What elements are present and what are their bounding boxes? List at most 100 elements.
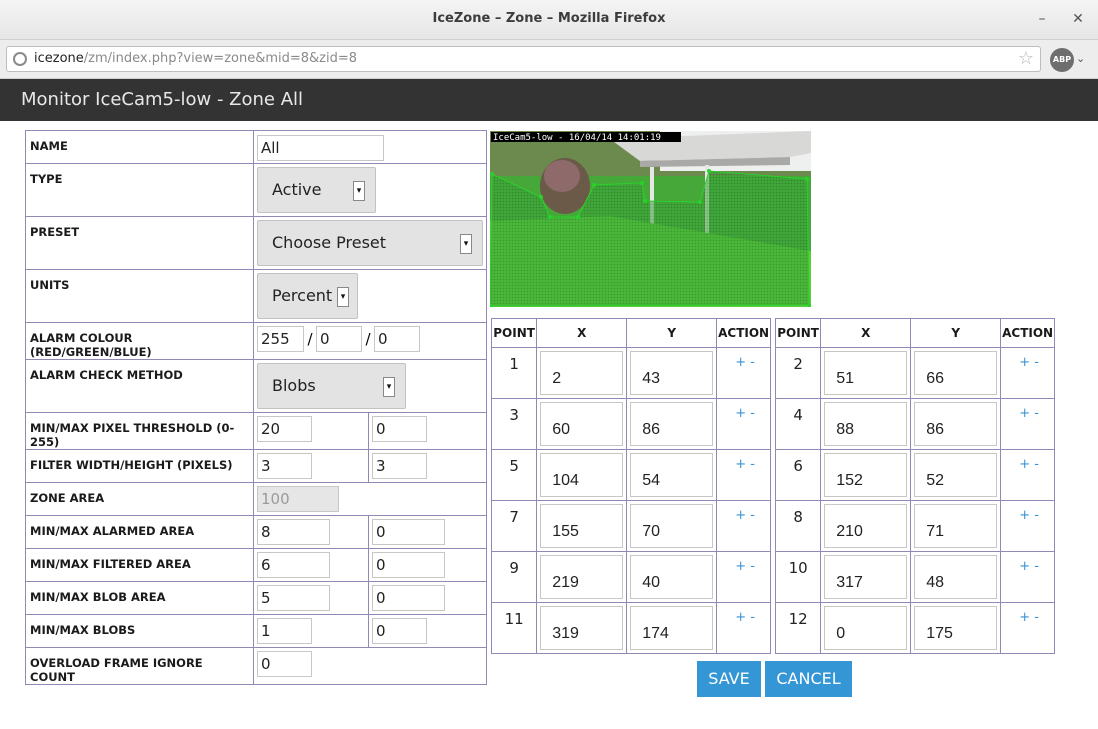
filter-height-input[interactable]	[372, 453, 427, 479]
point-x-input[interactable]	[540, 606, 624, 650]
adblock-icon[interactable]: ABP	[1050, 48, 1074, 72]
close-button[interactable]: ✕	[1068, 8, 1088, 30]
check-method-select-value: Blobs	[272, 376, 316, 395]
point-x-input[interactable]	[824, 555, 908, 599]
camera-zone-image[interactable]: IceCam5-low - 16/04/14 14:01:19	[490, 131, 811, 307]
point-y-input[interactable]	[914, 351, 998, 395]
blob-area-max-input[interactable]	[372, 585, 445, 611]
x-header: X	[536, 318, 628, 348]
point-add-remove-actions[interactable]: + -	[1000, 398, 1055, 450]
blobs-label: MIN/MAX BLOBS	[25, 614, 254, 648]
point-y-input[interactable]	[630, 504, 714, 548]
bookmark-star-icon[interactable]: ☆	[1018, 48, 1034, 69]
zone-settings-table: NAME TYPE Active ▾ PRESET Choose Preset …	[25, 130, 487, 685]
alarm-green-input[interactable]	[316, 326, 362, 352]
separator: /	[365, 330, 371, 348]
preset-select[interactable]: Choose Preset ▾	[257, 220, 483, 266]
alarm-colour-fields: / /	[257, 323, 483, 352]
save-button[interactable]: SAVE	[697, 661, 761, 697]
preset-select-value: Choose Preset	[272, 233, 387, 252]
point-x-input[interactable]	[540, 453, 624, 497]
point-add-remove-actions[interactable]: + -	[716, 602, 771, 654]
camera-overlay-timestamp: IceCam5-low - 16/04/14 14:01:19	[493, 133, 661, 143]
point-number: 7	[490, 500, 538, 552]
point-x-input[interactable]	[540, 402, 624, 446]
units-select[interactable]: Percent ▾	[257, 273, 358, 319]
point-y-input[interactable]	[914, 504, 998, 548]
point-x-input[interactable]	[824, 504, 908, 548]
chevron-down-icon: ▾	[460, 234, 472, 254]
alarm-colour-label: ALARM COLOUR (RED/GREEN/BLUE)	[25, 322, 254, 360]
alarmed-area-max-input[interactable]	[372, 519, 445, 545]
point-add-remove-actions[interactable]: + -	[716, 449, 771, 501]
point-number: 5	[490, 449, 538, 501]
point-add-remove-actions[interactable]: + -	[1000, 500, 1055, 552]
type-select[interactable]: Active ▾	[257, 167, 376, 213]
point-row: 11 + -	[490, 602, 771, 654]
adblock-menu-chevron-icon[interactable]: ⌄	[1076, 52, 1085, 65]
point-number: 6	[774, 449, 822, 501]
point-x-input[interactable]	[540, 351, 624, 395]
filtered-area-min-input[interactable]	[257, 552, 330, 578]
point-row: 4 + -	[774, 398, 1055, 450]
point-add-remove-actions[interactable]: + -	[1000, 347, 1055, 399]
point-number: 3	[490, 398, 538, 450]
alarmed-area-label: MIN/MAX ALARMED AREA	[25, 515, 254, 549]
point-y-input[interactable]	[630, 351, 714, 395]
blob-area-min-input[interactable]	[257, 585, 330, 611]
point-add-remove-actions[interactable]: + -	[716, 347, 771, 399]
window-titlebar: IceZone – Zone – Mozilla Firefox – ✕	[0, 0, 1098, 40]
point-number: 9	[490, 551, 538, 603]
filtered-area-max-input[interactable]	[372, 552, 445, 578]
point-x-input[interactable]	[824, 606, 908, 650]
type-select-value: Active	[272, 180, 322, 199]
point-add-remove-actions[interactable]: + -	[716, 398, 771, 450]
point-x-input[interactable]	[824, 402, 908, 446]
filter-width-input[interactable]	[257, 453, 312, 479]
pixel-threshold-min-input[interactable]	[257, 416, 312, 442]
pixel-threshold-max-input[interactable]	[372, 416, 427, 442]
action-header: ACTION	[716, 318, 771, 348]
url-field[interactable]: icezone/zm/index.php?view=zone&mid=8&zid…	[6, 46, 1041, 72]
blobs-max-input[interactable]	[372, 618, 427, 644]
alarmed-area-min-input[interactable]	[257, 519, 330, 545]
cancel-button[interactable]: CANCEL	[765, 661, 852, 697]
minimize-button[interactable]: –	[1032, 8, 1052, 30]
camera-image-svg: IceCam5-low - 16/04/14 14:01:19	[490, 131, 811, 307]
point-add-remove-actions[interactable]: + -	[1000, 551, 1055, 603]
chevron-down-icon: ▾	[353, 181, 365, 201]
point-x-input[interactable]	[540, 555, 624, 599]
point-x-input[interactable]	[824, 351, 908, 395]
point-y-input[interactable]	[630, 402, 714, 446]
point-y-input[interactable]	[914, 453, 998, 497]
name-input[interactable]	[257, 135, 384, 161]
point-row: 5 + -	[490, 449, 771, 501]
point-add-remove-actions[interactable]: + -	[1000, 602, 1055, 654]
x-header: X	[820, 318, 912, 348]
point-row: 6 + -	[774, 449, 1055, 501]
name-label: NAME	[25, 130, 254, 164]
point-y-input[interactable]	[914, 402, 998, 446]
alarm-red-input[interactable]	[257, 326, 304, 352]
point-y-input[interactable]	[630, 453, 714, 497]
point-add-remove-actions[interactable]: + -	[716, 551, 771, 603]
point-y-input[interactable]	[914, 555, 998, 599]
point-row: 10 + -	[774, 551, 1055, 603]
point-add-remove-actions[interactable]: + -	[716, 500, 771, 552]
check-method-select[interactable]: Blobs ▾	[257, 363, 406, 409]
point-y-input[interactable]	[630, 606, 714, 650]
blobs-min-input[interactable]	[257, 618, 312, 644]
check-method-label: ALARM CHECK METHOD	[25, 359, 254, 413]
point-y-input[interactable]	[914, 606, 998, 650]
preset-label: PRESET	[25, 216, 254, 270]
point-y-input[interactable]	[630, 555, 714, 599]
point-x-input[interactable]	[540, 504, 624, 548]
y-header: Y	[910, 318, 1002, 348]
overload-input[interactable]	[257, 651, 312, 677]
filtered-area-label: MIN/MAX FILTERED AREA	[25, 548, 254, 582]
alarm-blue-input[interactable]	[374, 326, 420, 352]
y-header: Y	[626, 318, 718, 348]
point-x-input[interactable]	[824, 453, 908, 497]
point-row: 8 + -	[774, 500, 1055, 552]
point-add-remove-actions[interactable]: + -	[1000, 449, 1055, 501]
